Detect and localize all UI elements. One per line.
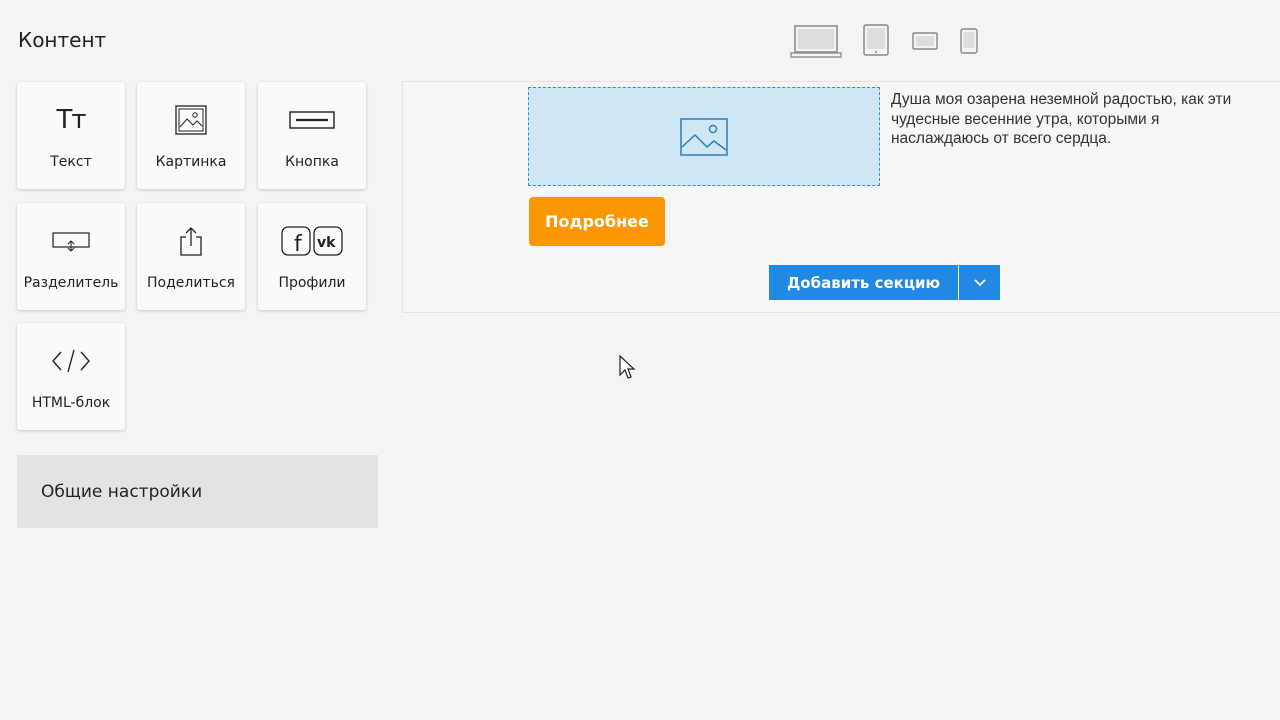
facebook-icon: f — [294, 232, 303, 257]
block-label: Текст — [50, 154, 92, 170]
block-button[interactable]: Кнопка — [258, 82, 366, 189]
code-icon — [17, 345, 125, 377]
add-section-button[interactable]: Добавить секцию — [769, 265, 958, 300]
general-settings-label: Общие настройки — [41, 482, 203, 502]
social-profiles-icon: f vk — [258, 225, 366, 257]
more-button[interactable]: Подробнее — [529, 197, 665, 246]
image-icon — [680, 117, 728, 156]
block-image[interactable]: Картинка — [137, 82, 245, 189]
general-settings-panel[interactable]: Общие настройки — [17, 455, 378, 528]
text-block[interactable]: Душа моя озарена неземной радостью, как … — [891, 90, 1251, 149]
block-html[interactable]: HTML-блок — [17, 323, 125, 430]
share-icon — [137, 225, 245, 257]
text-icon: Тт — [56, 105, 86, 135]
block-label: Поделиться — [147, 275, 235, 291]
block-label: Разделитель — [23, 275, 119, 291]
chevron-down-icon — [973, 278, 986, 286]
block-label: Картинка — [155, 154, 227, 170]
add-section-dropdown-toggle[interactable] — [959, 265, 1000, 300]
mouse-cursor-icon — [618, 354, 636, 385]
block-text[interactable]: Тт Текст — [17, 82, 125, 189]
tablet-landscape-icon[interactable] — [911, 31, 939, 55]
block-label: Профили — [278, 275, 346, 291]
sidebar-title: Контент — [18, 28, 107, 52]
editor-page: Контент Тт Текст Картинка Кнопка Раздели… — [0, 0, 1280, 720]
button-icon — [258, 104, 366, 136]
block-divider[interactable]: Разделитель — [17, 203, 125, 310]
block-profiles[interactable]: f vk Профили — [258, 203, 366, 310]
block-label: Кнопка — [285, 154, 339, 170]
desktop-icon[interactable] — [790, 24, 842, 62]
vk-icon: vk — [317, 235, 336, 251]
divider-icon — [17, 225, 125, 257]
image-icon — [137, 104, 245, 136]
image-placeholder[interactable] — [528, 87, 880, 186]
tablet-icon[interactable] — [862, 23, 890, 61]
mobile-icon[interactable] — [959, 27, 979, 59]
block-label: HTML-блок — [31, 395, 111, 411]
block-share[interactable]: Поделиться — [137, 203, 245, 310]
